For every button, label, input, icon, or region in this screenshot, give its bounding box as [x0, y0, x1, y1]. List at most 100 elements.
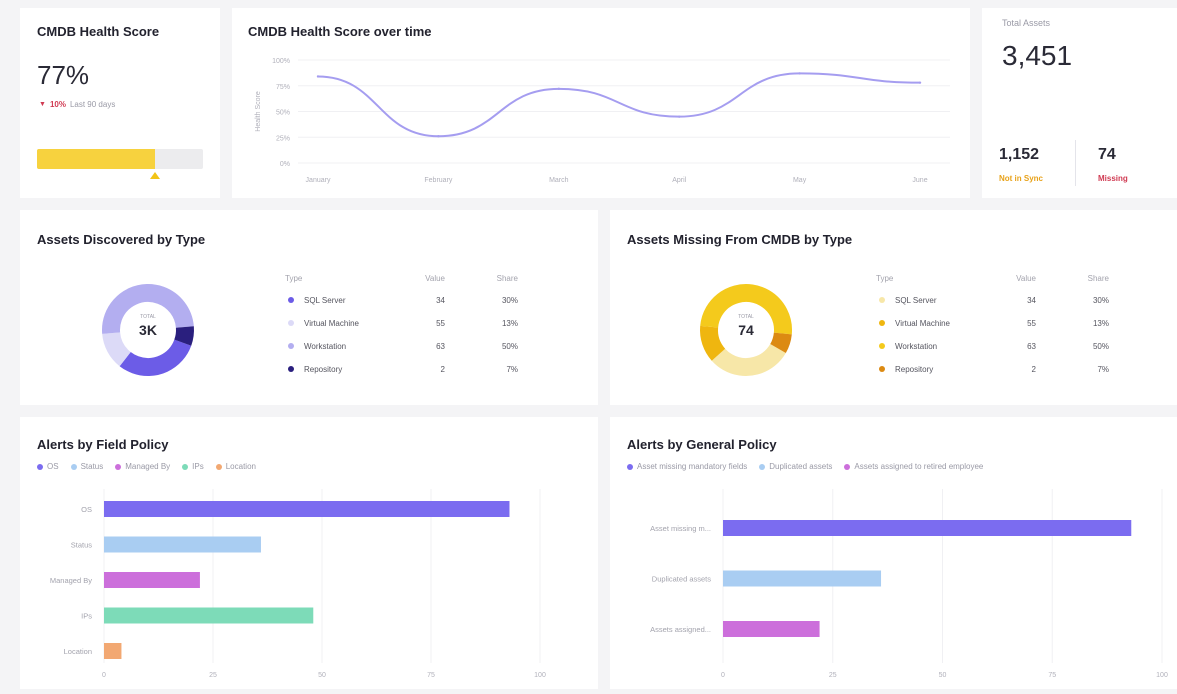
table-row: SQL Server 34 30%	[876, 289, 1109, 312]
y-tick-label: 100%	[272, 58, 290, 65]
value-cell: 63	[436, 342, 445, 351]
share-cell: 30%	[501, 296, 518, 305]
x-tick-label: 0	[102, 672, 106, 679]
assets-discovered-title: Assets Discovered by Type	[37, 232, 206, 247]
share-cell: 50%	[501, 342, 518, 351]
data-point	[437, 135, 440, 138]
x-tick-label: 0	[721, 672, 725, 679]
missing-value: 74	[1098, 146, 1116, 163]
type-label: Workstation	[304, 342, 347, 351]
share-cell: 50%	[1092, 342, 1109, 351]
bar	[104, 643, 122, 659]
table-row: SQL Server 34 30%	[285, 289, 518, 312]
table-row: Virtual Machine 55 13%	[285, 312, 518, 335]
bar	[104, 607, 314, 624]
x-tick-label: 50	[939, 672, 947, 679]
x-tick-label: January	[306, 177, 331, 184]
bar	[723, 520, 1132, 536]
type-label: Virtual Machine	[304, 319, 359, 328]
category-label: Assets assigned...	[650, 625, 711, 634]
bar	[723, 621, 820, 637]
arrow-down-icon: ▼	[39, 101, 46, 108]
col-value: Value	[1016, 273, 1036, 283]
type-cell: Repository	[285, 358, 395, 381]
share-cell: 7%	[1097, 365, 1109, 374]
missing-label: Missing	[1098, 174, 1128, 183]
stat-divider	[1075, 140, 1076, 186]
table-row: Repository 2 7%	[285, 358, 518, 381]
not-in-sync-label: Not in Sync	[999, 174, 1044, 183]
x-tick-label: April	[672, 177, 686, 184]
data-point	[316, 75, 320, 78]
type-label: SQL Server	[895, 296, 937, 305]
total-assets-card: Total Assets 3,451 1,152 Not in Sync 74 …	[982, 8, 1177, 198]
type-cell: SQL Server	[285, 289, 395, 312]
type-cell: Repository	[876, 358, 986, 381]
y-tick-label: 50%	[276, 110, 290, 117]
category-label: Status	[71, 541, 93, 550]
alerts-field-policy-card: Alerts by Field Policy OS Status Managed B…	[20, 417, 598, 689]
health-score-progress-track	[37, 149, 203, 169]
type-cell: Workstation	[876, 335, 986, 358]
col-share: Share	[496, 273, 518, 283]
type-cell: SQL Server	[876, 289, 986, 312]
y-tick-label: 75%	[276, 84, 290, 91]
legend-dot-icon	[288, 366, 294, 372]
col-share: Share	[1087, 273, 1109, 283]
category-label: Location	[64, 647, 92, 656]
type-cell: Virtual Machine	[876, 312, 986, 335]
health-score-change: ▼ 10% Last 90 days	[39, 100, 115, 109]
x-tick-label: May	[793, 177, 807, 184]
value-cell: 55	[1027, 319, 1036, 328]
data-point	[918, 81, 922, 84]
alerts-general-policy-card: Alerts by General Policy Asset missing m…	[610, 417, 1177, 689]
health-score-change-pct: 10%	[49, 100, 66, 109]
table-row: Virtual Machine 55 13%	[876, 312, 1109, 335]
col-value: Value	[425, 273, 445, 283]
alerts-field-policy-chart: 0 25 50 75 100 OS Status Managed By IPs Location	[50, 489, 546, 679]
x-tick-label: February	[424, 177, 453, 184]
not-in-sync-value: 1,152	[999, 146, 1040, 163]
value-cell: 34	[1027, 296, 1036, 305]
category-label: OS	[81, 505, 92, 514]
donut-center-label: TOTAL	[738, 314, 754, 320]
health-score-line-chart: 100% 75% 50% 25% 0% Health Score January Februa…	[255, 58, 950, 184]
x-tick-label: 100	[1156, 672, 1168, 679]
share-cell: 13%	[501, 319, 518, 328]
table-row: Workstation 63 50%	[285, 335, 518, 358]
x-tick-label: 25	[829, 672, 837, 679]
legend-dot-icon	[879, 297, 885, 303]
health-score-title: CMDB Health Score	[37, 24, 160, 39]
health-score-value: 77%	[37, 60, 90, 90]
category-label: IPs	[81, 612, 92, 621]
series-line	[317, 72, 921, 138]
assets-missing-card: Assets Missing From CMDB by Type TOTAL 7…	[610, 210, 1177, 405]
legend-dot-icon	[288, 320, 294, 326]
type-cell: Workstation	[285, 335, 395, 358]
data-point	[557, 87, 560, 91]
x-tick-label: 75	[1048, 672, 1056, 679]
type-label: Virtual Machine	[895, 319, 950, 328]
x-tick-label: 75	[427, 672, 435, 679]
y-axis-label: Health Score	[255, 91, 262, 132]
y-tick-label: 25%	[276, 135, 290, 142]
donut-center-value: 74	[738, 322, 754, 338]
category-label: Managed By	[50, 576, 92, 585]
health-score-card: CMDB Health Score 77% ▼ 10% Last 90 days	[20, 8, 220, 198]
donut-center-label: TOTAL	[140, 314, 156, 320]
data-point	[798, 72, 801, 75]
bar	[104, 572, 200, 588]
legend-dot-icon	[879, 320, 885, 326]
x-tick-label: March	[549, 177, 569, 184]
type-label: SQL Server	[304, 296, 346, 305]
total-assets-label: Total Assets	[1002, 18, 1051, 28]
health-score-change-period: Last 90 days	[69, 100, 116, 109]
col-type: Type	[876, 273, 894, 283]
type-label: Repository	[895, 365, 934, 374]
x-tick-label: 25	[209, 672, 217, 679]
value-cell: 34	[436, 296, 445, 305]
value-cell: 2	[1031, 365, 1036, 374]
table-row: Workstation 63 50%	[876, 335, 1109, 358]
alerts-general-policy-chart: 0 25 50 75 100 Asset missing m... Duplicated a…	[650, 489, 1168, 679]
triangle-up-icon	[149, 172, 160, 179]
